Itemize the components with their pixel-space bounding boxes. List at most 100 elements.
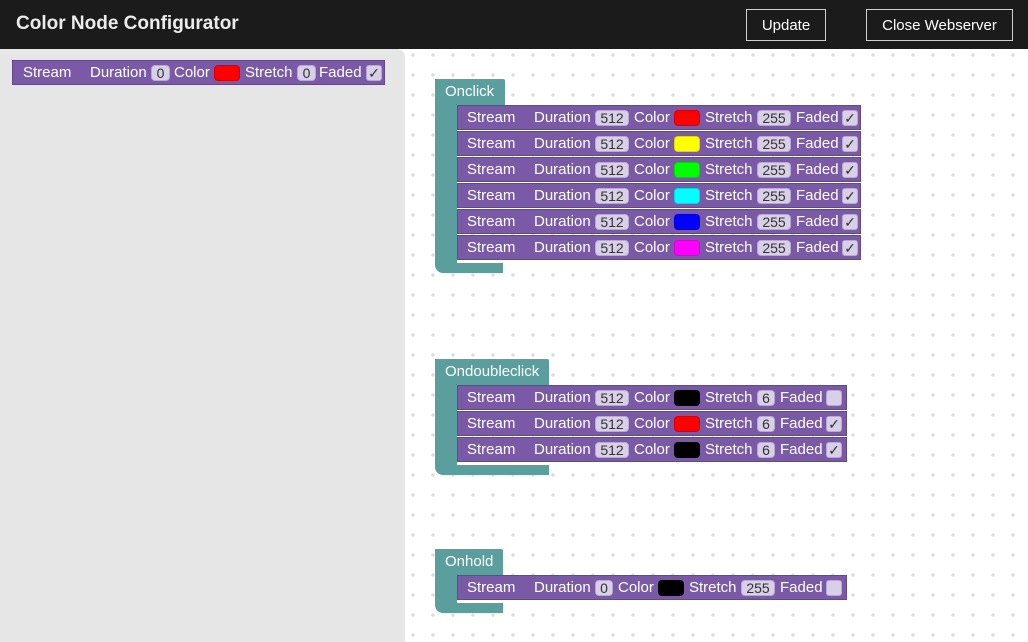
stream-block[interactable]: Stream Duration 512 Color Stretch 6 Faded ✓	[457, 411, 847, 436]
onclick-spine	[435, 105, 457, 263]
color-swatch[interactable]	[674, 442, 700, 458]
faded-checkbox[interactable]	[826, 580, 842, 596]
faded-checkbox[interactable]: ✓	[826, 442, 842, 458]
stretch-label: Stretch	[705, 389, 753, 406]
faded-label: Faded	[796, 239, 839, 256]
stream-label: Stream	[467, 187, 516, 204]
faded-checkbox[interactable]: ✓	[842, 188, 858, 204]
toolbox-flyout[interactable]: Stream Duration 0 Color Stretch 0 Faded …	[0, 49, 405, 642]
stretch-field[interactable]: 255	[757, 188, 791, 204]
duration-field[interactable]: 512	[595, 136, 629, 152]
duration-field[interactable]: 0	[151, 65, 170, 81]
duration-field[interactable]: 512	[595, 416, 629, 432]
color-swatch[interactable]	[674, 162, 700, 178]
faded-checkbox[interactable]: ✓	[826, 416, 842, 432]
color-swatch[interactable]	[658, 580, 684, 596]
color-label: Color	[618, 579, 654, 596]
color-swatch[interactable]	[674, 188, 700, 204]
stream-block[interactable]: Stream Duration 512 Color Stretch 255 Faded ✓	[457, 235, 861, 260]
color-label: Color	[634, 109, 670, 126]
stretch-field[interactable]: 255	[757, 136, 791, 152]
stretch-field[interactable]: 0	[297, 65, 316, 81]
duration-field[interactable]: 512	[595, 188, 629, 204]
stream-block[interactable]: Stream Duration 512 Color Stretch 6 Faded ✓	[457, 437, 847, 462]
stream-label: Stream	[467, 239, 516, 256]
stream-block[interactable]: Stream Duration 512 Color Stretch 255 Faded ✓	[457, 183, 861, 208]
update-button[interactable]: Update	[746, 9, 826, 41]
color-swatch[interactable]	[674, 110, 700, 126]
stretch-field[interactable]: 255	[757, 162, 791, 178]
onclick-footer	[435, 263, 503, 273]
faded-checkbox[interactable]: ✓	[842, 240, 858, 256]
duration-field[interactable]: 512	[595, 162, 629, 178]
ondoubleclick-spine	[435, 385, 457, 465]
stream-block[interactable]: Stream Duration 512 Color Stretch 255 Faded ✓	[457, 131, 861, 156]
duration-label: Duration	[534, 389, 591, 406]
stream-block[interactable]: Stream Duration 512 Color Stretch 255 Faded ✓	[457, 157, 861, 182]
faded-checkbox[interactable]: ✓	[842, 110, 858, 126]
stretch-label: Stretch	[705, 239, 753, 256]
color-swatch[interactable]	[214, 65, 240, 81]
stretch-field[interactable]: 6	[757, 416, 775, 432]
duration-field[interactable]: 512	[595, 390, 629, 406]
duration-label: Duration	[534, 213, 591, 230]
stretch-field[interactable]: 6	[757, 390, 775, 406]
color-swatch[interactable]	[674, 240, 700, 256]
stretch-label: Stretch	[705, 415, 753, 432]
onhold-label: Onhold	[445, 553, 494, 570]
stream-label: Stream	[467, 109, 516, 126]
stretch-field[interactable]: 6	[757, 442, 775, 458]
color-label: Color	[634, 161, 670, 178]
close-webserver-button[interactable]: Close Webserver	[866, 9, 1013, 41]
app-header: Color Node Configurator Update Close Web…	[0, 0, 1028, 49]
stream-label: Stream	[467, 441, 516, 458]
toolbox-stream-block[interactable]: Stream Duration 0 Color Stretch 0 Faded …	[12, 60, 385, 85]
faded-checkbox[interactable]: ✓	[842, 136, 858, 152]
onclick-label: Onclick	[445, 83, 495, 100]
faded-checkbox[interactable]: ✓	[842, 162, 858, 178]
duration-label: Duration	[534, 161, 591, 178]
app-title: Color Node Configurator	[16, 13, 239, 34]
color-swatch[interactable]	[674, 136, 700, 152]
faded-label: Faded	[796, 109, 839, 126]
duration-field[interactable]: 0	[595, 580, 613, 596]
color-swatch[interactable]	[674, 390, 700, 406]
faded-label: Faded	[319, 64, 362, 81]
color-label: Color	[634, 415, 670, 432]
color-swatch[interactable]	[674, 214, 700, 230]
stream-block[interactable]: Stream Duration 512 Color Stretch 255 Faded ✓	[457, 105, 861, 130]
faded-label: Faded	[796, 213, 839, 230]
stretch-label: Stretch	[245, 64, 293, 81]
stream-label: Stream	[23, 64, 72, 81]
duration-label: Duration	[534, 441, 591, 458]
faded-label: Faded	[780, 415, 823, 432]
stream-label: Stream	[467, 135, 516, 152]
color-label: Color	[174, 64, 210, 81]
stream-label: Stream	[467, 389, 516, 406]
duration-label: Duration	[534, 415, 591, 432]
stream-label: Stream	[467, 213, 516, 230]
duration-field[interactable]: 512	[595, 442, 629, 458]
stream-block[interactable]: Stream Duration 0 Color Stretch 255 Faded	[457, 575, 847, 600]
stretch-label: Stretch	[705, 441, 753, 458]
duration-label: Duration	[534, 109, 591, 126]
stretch-field[interactable]: 255	[741, 580, 775, 596]
color-label: Color	[634, 213, 670, 230]
duration-label: Duration	[534, 239, 591, 256]
onhold-spine	[435, 575, 457, 603]
duration-field[interactable]: 512	[595, 214, 629, 230]
faded-checkbox[interactable]: ✓	[842, 214, 858, 230]
color-label: Color	[634, 135, 670, 152]
color-swatch[interactable]	[674, 416, 700, 432]
faded-checkbox[interactable]: ✓	[366, 65, 382, 81]
duration-field[interactable]: 512	[595, 240, 629, 256]
duration-field[interactable]: 512	[595, 110, 629, 126]
faded-checkbox[interactable]	[826, 390, 842, 406]
stretch-field[interactable]: 255	[757, 110, 791, 126]
duration-label: Duration	[90, 64, 147, 81]
stream-block[interactable]: Stream Duration 512 Color Stretch 255 Faded ✓	[457, 209, 861, 234]
stream-block[interactable]: Stream Duration 512 Color Stretch 6 Faded	[457, 385, 847, 410]
faded-label: Faded	[780, 389, 823, 406]
stretch-field[interactable]: 255	[757, 240, 791, 256]
stretch-field[interactable]: 255	[757, 214, 791, 230]
